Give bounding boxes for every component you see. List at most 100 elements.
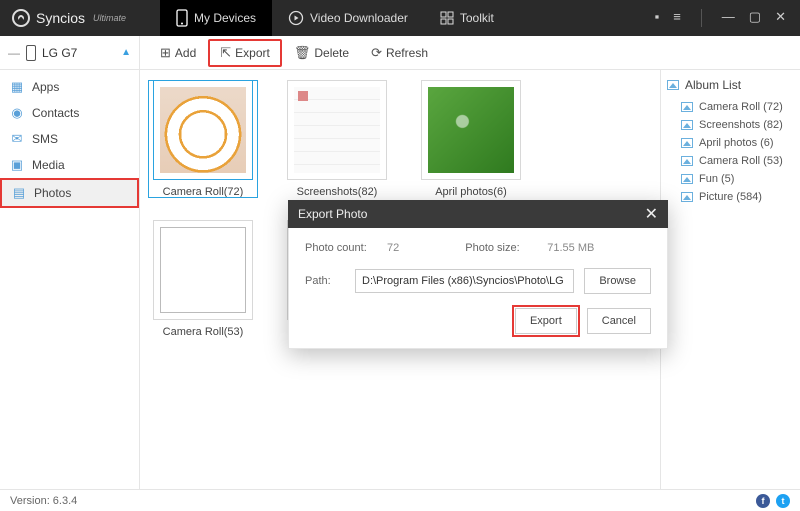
picture-icon (681, 102, 693, 112)
grid-icon (440, 11, 454, 25)
album-thumb (287, 80, 387, 180)
photo-size-value: 71.55 MB (547, 242, 594, 254)
tab-label: Video Downloader (310, 11, 408, 25)
status-bar: Version: 6.3.4 f t (0, 489, 800, 511)
album-list-item[interactable]: Screenshots (82) (667, 116, 794, 134)
sidebar: ▦ Apps ◉ Contacts ✉ SMS ▣ Media ▤ Photos (0, 70, 140, 489)
album-thumb (153, 220, 253, 320)
social-links: f t (756, 494, 790, 508)
picture-icon (681, 138, 693, 148)
content-area: Camera Roll(72) Screenshots(82) April ph… (140, 70, 800, 489)
photos-icon: ▤ (12, 186, 26, 200)
album-screenshots[interactable]: Screenshots(82) (282, 80, 392, 198)
sidebar-label: Media (32, 158, 65, 172)
list-item-label: Screenshots (82) (699, 119, 783, 131)
album-label: April photos(6) (435, 186, 507, 198)
tab-my-devices[interactable]: My Devices (160, 0, 272, 36)
sidebar-label: Photos (34, 186, 71, 200)
album-label: Camera Roll(72) (163, 186, 244, 198)
picture-icon (681, 156, 693, 166)
refresh-icon: ⟳ (371, 45, 382, 61)
twitter-icon[interactable]: t (776, 494, 790, 508)
btn-label: Export (235, 46, 270, 60)
album-list-item[interactable]: Fun (5) (667, 170, 794, 188)
export-photo-dialog: Export Photo ✕ Photo count: 72 Photo siz… (288, 200, 668, 349)
sidebar-item-contacts[interactable]: ◉ Contacts (0, 100, 139, 126)
list-item-label: Fun (5) (699, 173, 734, 185)
plus-box-icon: ⊞ (160, 45, 171, 61)
album-list-item[interactable]: Camera Roll (53) (667, 152, 794, 170)
maximize-button[interactable]: ▢ (749, 9, 761, 27)
device-selector[interactable]: — LG G7 ▲ (0, 36, 140, 69)
app-edition: Ultimate (93, 13, 126, 23)
export-button[interactable]: ⇱ Export (208, 39, 282, 67)
dialog-close-button[interactable]: ✕ (645, 204, 658, 224)
list-item-label: Camera Roll (53) (699, 155, 783, 167)
tab-toolkit[interactable]: Toolkit (424, 0, 510, 36)
tab-label: My Devices (194, 11, 256, 25)
path-label: Path: (305, 275, 345, 287)
minimize-button[interactable]: — (722, 9, 735, 27)
album-list-item[interactable]: Picture (584) (667, 188, 794, 206)
browse-button[interactable]: Browse (584, 268, 651, 294)
sms-icon: ✉ (10, 132, 24, 146)
sidebar-item-apps[interactable]: ▦ Apps (0, 74, 139, 100)
media-icon: ▣ (10, 158, 24, 172)
list-item-label: Picture (584) (699, 191, 762, 203)
dialog-export-button[interactable]: Export (515, 308, 577, 334)
dialog-path-row: Path: Browse (305, 268, 651, 294)
top-tabs: My Devices Video Downloader Toolkit (160, 0, 510, 36)
app-logo: Syncios Ultimate (0, 9, 160, 27)
device-icon (26, 45, 36, 61)
contacts-icon: ◉ (10, 106, 24, 120)
list-item-label: Camera Roll (72) (699, 101, 783, 113)
close-button[interactable]: ✕ (775, 9, 786, 27)
app-name: Syncios (36, 10, 85, 26)
sidebar-item-sms[interactable]: ✉ SMS (0, 126, 139, 152)
photo-count-value: 72 (387, 242, 399, 254)
refresh-button[interactable]: ⟳ Refresh (361, 41, 438, 65)
path-input[interactable] (355, 269, 574, 293)
toolbar: — LG G7 ▲ ⊞ Add ⇱ Export 🗑 Delete ⟳ Refr… (0, 36, 800, 70)
sidebar-label: SMS (32, 132, 58, 146)
picture-icon (681, 120, 693, 130)
album-april-photos[interactable]: April photos(6) (416, 80, 526, 198)
sidebar-item-media[interactable]: ▣ Media (0, 152, 139, 178)
export-icon: ⇱ (220, 45, 231, 61)
album-camera-roll-2[interactable]: Camera Roll(53) (148, 220, 258, 338)
dialog-cancel-button[interactable]: Cancel (587, 308, 651, 334)
window-controls: ▪ ≡ — ▢ ✕ (655, 9, 800, 27)
photo-count-label: Photo count: (305, 242, 377, 254)
dialog-header[interactable]: Export Photo ✕ (288, 200, 668, 228)
menu-icon[interactable]: ≡ (673, 9, 681, 27)
delete-button[interactable]: 🗑 Delete (284, 41, 359, 65)
toolbar-actions: ⊞ Add ⇱ Export 🗑 Delete ⟳ Refresh (140, 36, 438, 69)
album-list-item[interactable]: Camera Roll (72) (667, 98, 794, 116)
btn-label: Delete (314, 46, 349, 60)
photo-size-label: Photo size: (465, 242, 537, 254)
sidebar-item-photos[interactable]: ▤ Photos (0, 178, 139, 208)
device-name: LG G7 (42, 46, 77, 60)
dialog-info-row: Photo count: 72 Photo size: 71.55 MB (305, 242, 651, 254)
title-bar: Syncios Ultimate My Devices Video Downlo… (0, 0, 800, 36)
tab-video-downloader[interactable]: Video Downloader (272, 0, 424, 36)
picture-icon (681, 174, 693, 184)
version-label: Version: 6.3.4 (10, 495, 77, 507)
add-button[interactable]: ⊞ Add (150, 41, 206, 65)
tab-label: Toolkit (460, 11, 494, 25)
album-label: Screenshots(82) (297, 186, 378, 198)
message-icon[interactable]: ▪ (655, 9, 660, 27)
album-list-panel: Album List Camera Roll (72) Screenshots … (660, 70, 800, 489)
picture-icon (681, 192, 693, 202)
facebook-icon[interactable]: f (756, 494, 770, 508)
album-camera-roll[interactable]: Camera Roll(72) (148, 80, 258, 198)
dialog-title: Export Photo (298, 207, 367, 221)
picture-icon (667, 80, 679, 90)
album-thumb (421, 80, 521, 180)
main-area: ▦ Apps ◉ Contacts ✉ SMS ▣ Media ▤ Photos… (0, 70, 800, 489)
album-list-item[interactable]: April photos (6) (667, 134, 794, 152)
album-label: Camera Roll(53) (163, 326, 244, 338)
dialog-body: Photo count: 72 Photo size: 71.55 MB Pat… (288, 228, 668, 349)
sidebar-label: Contacts (32, 106, 79, 120)
album-thumb (153, 80, 253, 180)
